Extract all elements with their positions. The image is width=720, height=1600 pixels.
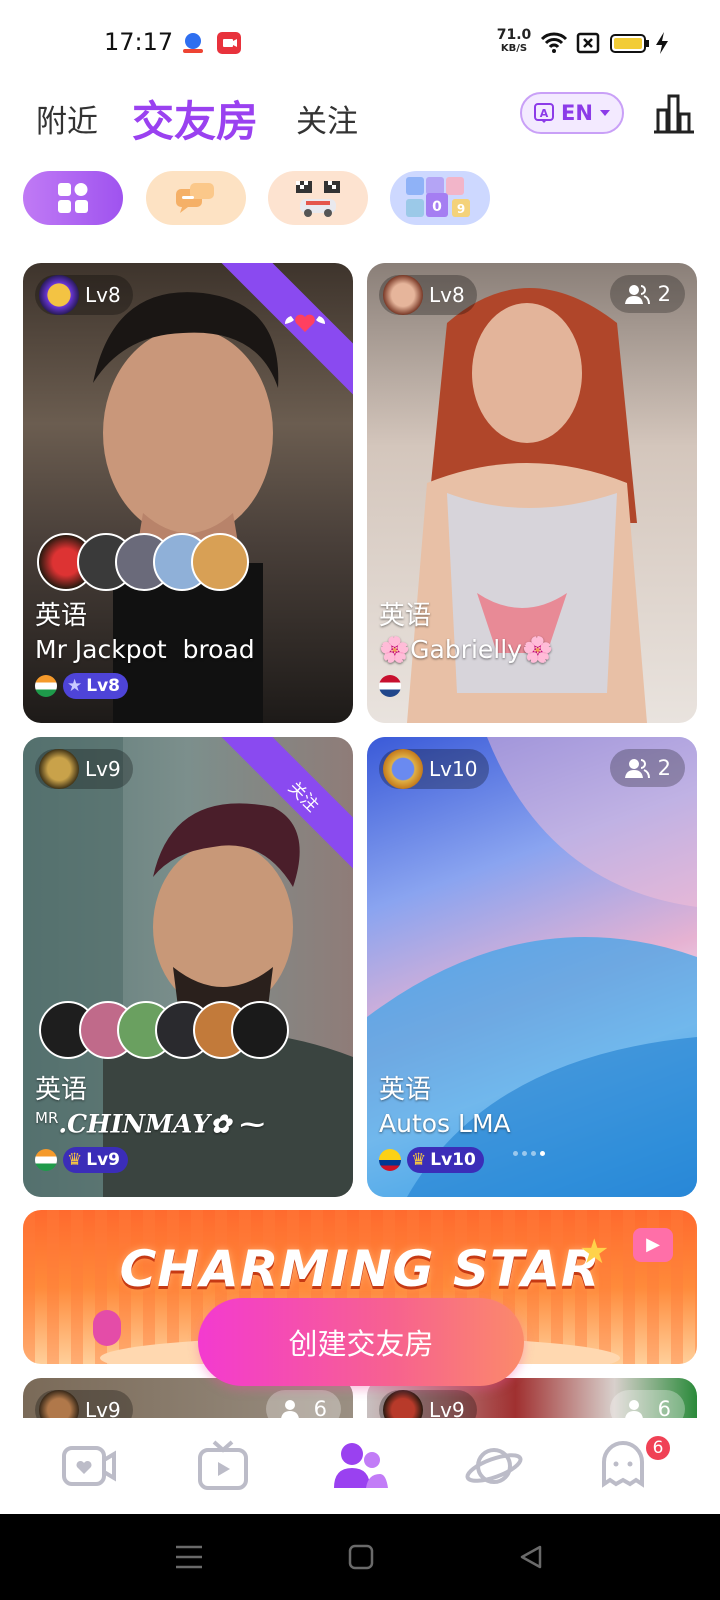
room-language: 英语 [379,1075,432,1105]
flag-colombia-icon [379,1149,401,1171]
microphone-icon [93,1310,121,1346]
create-room-button[interactable]: 创建交友房 [198,1298,524,1386]
nav-messages[interactable]: 6 [598,1434,672,1492]
winged-heart-icon [285,314,325,332]
status-time: 17:17 [104,28,174,56]
wifi-icon [540,31,568,55]
menu-icon[interactable] [174,1544,204,1570]
play-video-icon: ▶ [633,1228,673,1262]
room-card-3[interactable]: 关注 Lv9 英语 MR.𝑪𝑯𝑰𝑵𝑴𝑨𝒀✿ ⁓ ♛ Lv9 [23,737,353,1197]
sim-off-icon [576,31,600,55]
room-level-badge: Lv8 [35,275,133,315]
host-level-pill: ♛ Lv9 [63,1147,128,1173]
screen-record-icon [216,31,242,55]
svg-text:9: 9 [457,202,465,216]
room-language: 英语 [379,601,432,631]
room-name: Autos LMA [379,1109,511,1138]
users-icon [624,759,650,779]
room-language: 英语 [35,1075,88,1105]
crown-icon: ♛ [411,1150,427,1170]
member-avatar [191,533,249,591]
translate-icon: A [534,103,555,123]
room-level-badge: Lv9 [379,1390,477,1418]
home-icon[interactable] [348,1544,374,1570]
users-icon [280,1400,299,1418]
room-avatar [383,275,423,315]
nav-tv[interactable] [194,1440,254,1492]
member-avatar [231,1001,289,1059]
battery-icon [610,31,650,55]
unread-badge: 6 [644,1434,672,1462]
room-user-count: 2 [609,749,685,787]
bottom-nav: 6 [0,1418,720,1514]
back-icon[interactable] [518,1544,544,1570]
room-card-1[interactable]: Lv8 英语 Mr Jackpot broad ★ Lv8 [23,263,353,723]
room-avatar [383,1390,423,1418]
room-user-count: 6 [609,1390,685,1418]
baidu-icon [180,31,206,55]
room-avatar [383,749,423,789]
system-nav-bar [0,1514,720,1600]
room-avatar [39,1390,79,1418]
host-level-pill: ★ Lv8 [63,673,128,699]
room-avatar [39,275,79,315]
users-icon [624,285,650,305]
room-card-4[interactable]: Lv10 2 英语 Autos LMA ♛ Lv10 [367,737,697,1197]
net-speed: 71.0 KB/S [496,27,532,54]
tab-nearby[interactable]: 附近 [36,96,98,141]
flag-india-icon [35,675,57,697]
svg-text:0: 0 [432,199,442,215]
chat-bubbles-icon [176,183,214,213]
grid-icon [58,183,88,213]
number-game-icon: 09 [406,177,470,217]
host-level-pill: ♛ Lv10 [407,1147,484,1173]
flag-india-icon [35,1149,57,1171]
tab-friend-rooms[interactable]: 交友房 [132,88,258,149]
category-number-game[interactable]: 09 [390,171,490,225]
room-level-badge: Lv8 [379,275,477,315]
room-avatar [39,749,79,789]
category-racing[interactable] [268,171,368,225]
room-user-count: 2 [609,275,685,313]
charging-icon [654,31,670,55]
category-chat[interactable] [146,171,246,225]
leaderboard-icon[interactable] [650,92,696,136]
language-label: EN [561,101,593,125]
ribbon-tag [185,263,353,419]
room-level-badge: Lv10 [379,749,490,789]
room-user-count: 6 [265,1390,341,1418]
tab-following[interactable]: 关注 [296,96,358,141]
room-name: MR.𝑪𝑯𝑰𝑵𝑴𝑨𝒀✿ ⁓ [35,1109,265,1139]
svg-text:A: A [540,107,549,120]
tv-play-icon [198,1440,248,1490]
room-card-2[interactable]: Lv8 2 英语 🌸Gabrielly🌸 [367,263,697,723]
star-trophy-icon: ★ [579,1232,610,1272]
users-icon [624,1400,643,1418]
room-name: Mr Jackpot broad [35,635,255,664]
star-icon: ★ [67,676,83,696]
ribbon-tag: 关注 [185,737,353,893]
category-all[interactable] [23,171,123,225]
language-button[interactable]: A EN [520,92,624,134]
planet-icon [465,1448,523,1484]
room-level-badge: Lv9 [35,749,133,789]
chevron-down-icon [599,110,610,116]
party-users-icon [334,1443,388,1488]
nav-party-rooms[interactable] [330,1440,390,1492]
room-language: 英语 [35,601,88,631]
nav-planet[interactable] [464,1440,524,1492]
nav-video-heart[interactable] [60,1440,120,1492]
room-level-badge: Lv9 [35,1390,133,1418]
status-bar: 17:17 71.0 KB/S [0,0,720,88]
racing-game-icon [296,181,340,217]
video-heart-icon [62,1446,116,1486]
ghost-chat-icon [602,1441,644,1488]
flag-netherlands-icon [379,675,401,697]
room-name-prefix: MR [35,1109,59,1127]
room-name: 🌸Gabrielly🌸 [379,635,554,664]
carousel-dots [513,1151,545,1156]
crown-icon: ♛ [67,1150,83,1170]
